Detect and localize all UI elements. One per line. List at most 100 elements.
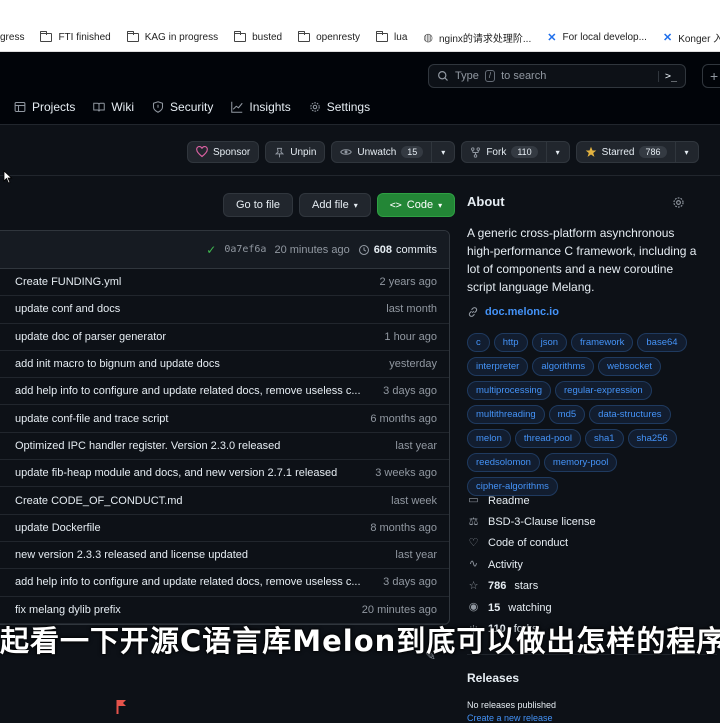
table-row[interactable]: Create FUNDING.yml 2 years ago xyxy=(0,269,449,297)
table-row[interactable]: update doc of parser generator 1 hour ago xyxy=(0,324,449,351)
eye-icon: ◉ xyxy=(468,601,479,614)
meta-label: Code of conduct xyxy=(488,537,569,550)
topic-tag[interactable]: memory-pool xyxy=(543,453,618,472)
command-palette-icon[interactable]: >_ xyxy=(657,70,677,82)
topic-tag[interactable]: melon xyxy=(467,429,511,448)
tab-wiki[interactable]: Wiki xyxy=(93,100,134,114)
topic-tag[interactable]: algorithms xyxy=(532,357,595,376)
commit-message[interactable]: add init macro to bignum and update docs xyxy=(15,358,389,370)
table-row[interactable]: add help info to configure and update re… xyxy=(0,378,449,406)
topic-tag[interactable]: websocket xyxy=(598,357,662,376)
table-row[interactable]: add init macro to bignum and update docs… xyxy=(0,351,449,379)
bookmark-item[interactable]: FTI finished xyxy=(32,31,118,43)
commit-time: last year xyxy=(395,549,437,562)
commit-time: 3 days ago xyxy=(383,385,437,398)
gear-icon[interactable] xyxy=(672,196,685,212)
file-toolbar: Go to file Add file ▾ <> Code ▾ xyxy=(223,193,456,217)
website-link[interactable]: doc.melonc.io xyxy=(467,306,559,318)
commit-message[interactable]: update conf and docs xyxy=(15,303,386,315)
topic-tag[interactable]: interpreter xyxy=(467,357,529,376)
commit-time: 20 minutes ago xyxy=(361,603,437,616)
table-row[interactable]: add help info to configure and update re… xyxy=(0,569,449,597)
star-dropdown-caret[interactable]: ▾ xyxy=(676,142,698,162)
topic-tag[interactable]: sha256 xyxy=(627,429,677,448)
meta-label: Activity xyxy=(488,558,523,571)
table-row[interactable]: Optimized IPC handler register. Version … xyxy=(0,433,449,461)
topic-tag[interactable]: c xyxy=(467,333,490,352)
commit-message[interactable]: new version 2.3.3 released and license u… xyxy=(15,549,395,561)
table-row[interactable]: new version 2.3.3 released and license u… xyxy=(0,542,449,570)
code-button[interactable]: <> Code ▾ xyxy=(376,193,456,217)
sponsor-button[interactable]: Sponsor xyxy=(187,141,260,163)
topic-tag[interactable]: regular-expression xyxy=(555,381,652,400)
sponsor-label: Sponsor xyxy=(213,146,251,158)
meta-item[interactable]: ⚖ BSD-3-Clause license xyxy=(467,511,717,532)
bookmark-item[interactable]: openresty xyxy=(290,31,368,43)
meta-item[interactable]: ∿ Activity xyxy=(467,554,717,575)
meta-item[interactable]: ◉ 15 watching xyxy=(467,597,717,618)
go-to-file-button[interactable]: Go to file xyxy=(223,193,294,217)
table-row[interactable]: update fib-heap module and docs, and new… xyxy=(0,460,449,488)
bookmark-item[interactable]: ✕ For local develop... xyxy=(539,31,655,44)
releases-title[interactable]: Releases xyxy=(467,671,519,685)
table-row[interactable]: update Dockerfile 8 months ago xyxy=(0,515,449,542)
tab-projects[interactable]: Projects xyxy=(14,100,75,114)
commit-message[interactable]: Create CODE_OF_CONDUCT.md xyxy=(15,495,391,507)
unwatch-button[interactable]: Unwatch 15 xyxy=(332,142,433,162)
topic-tag[interactable]: http xyxy=(493,333,528,352)
meta-label: watching xyxy=(508,601,552,614)
meta-item[interactable]: ♡ Code of conduct xyxy=(467,533,717,554)
commit-message[interactable]: update fib-heap module and docs, and new… xyxy=(15,467,375,479)
fork-button[interactable]: Fork 110 xyxy=(462,142,547,162)
commit-message[interactable]: update doc of parser generator xyxy=(15,331,384,343)
commit-count: 608 xyxy=(373,243,393,256)
topic-tag[interactable]: thread-pool xyxy=(514,429,581,448)
commit-message[interactable]: Create FUNDING.yml xyxy=(15,276,380,288)
topic-tag[interactable]: data-structures xyxy=(589,405,671,424)
book-icon: ▭ xyxy=(468,494,479,507)
topic-tag[interactable]: framework xyxy=(571,333,634,352)
topic-tags: c http json framework base64 interpreter algor… xyxy=(467,333,697,496)
watch-dropdown-caret[interactable]: ▾ xyxy=(432,142,454,162)
table-row[interactable]: Create CODE_OF_CONDUCT.md last week xyxy=(0,487,449,515)
tab-settings[interactable]: Settings xyxy=(309,100,370,114)
bookmark-item[interactable]: lua xyxy=(368,31,415,43)
table-row[interactable]: update conf and docs last month xyxy=(0,296,449,324)
table-row[interactable]: update conf-file and trace script 6 month… xyxy=(0,405,449,433)
commit-message[interactable]: Optimized IPC handler register. Version … xyxy=(15,440,395,452)
topic-tag[interactable]: json xyxy=(531,333,568,352)
meta-label: BSD-3-Clause license xyxy=(488,516,596,529)
bookmark-item[interactable]: gress xyxy=(0,32,32,43)
fork-dropdown-caret[interactable]: ▾ xyxy=(547,142,569,162)
commit-message[interactable]: add help info to configure and update re… xyxy=(15,576,383,588)
meta-item[interactable]: ▭ Readme xyxy=(467,490,717,511)
commit-message[interactable]: fix melang dylib prefix xyxy=(15,604,362,616)
bookmark-item[interactable]: ✕ Konger 入门指南 -... xyxy=(655,30,720,45)
commit-time: last year xyxy=(395,439,437,452)
bookmark-item[interactable]: KAG in progress xyxy=(119,31,226,43)
topic-tag[interactable]: multiprocessing xyxy=(467,381,551,400)
bookmark-item[interactable]: busted xyxy=(226,31,290,43)
starred-button[interactable]: Starred 786 xyxy=(577,142,676,162)
commit-hash[interactable]: 0a7ef6a xyxy=(224,244,266,255)
topic-tag[interactable]: sha1 xyxy=(584,429,624,448)
create-release-link[interactable]: Create a new release xyxy=(467,713,553,723)
topic-tag[interactable]: multithreading xyxy=(467,405,545,424)
add-file-button[interactable]: Add file ▾ xyxy=(299,193,371,217)
commit-message[interactable]: update conf-file and trace script xyxy=(15,413,370,425)
commits-link[interactable]: 608 commits xyxy=(358,244,437,256)
search-input[interactable]: Type / to search >_ xyxy=(428,64,686,88)
topic-tag[interactable]: base64 xyxy=(637,333,687,352)
tab-security[interactable]: Security xyxy=(152,100,213,114)
commit-message[interactable]: update Dockerfile xyxy=(15,522,370,534)
topic-tag[interactable]: reedsolomon xyxy=(467,453,540,472)
topic-tag[interactable]: md5 xyxy=(548,405,586,424)
fork-button-group: Fork 110 ▾ xyxy=(461,141,570,163)
folder-icon xyxy=(298,31,311,42)
tab-insights[interactable]: Insights xyxy=(231,100,291,114)
create-new-button[interactable]: + xyxy=(702,64,720,88)
bookmark-item[interactable]: ◍ nginx的请求处理阶... xyxy=(415,30,539,45)
commit-message[interactable]: add help info to configure and update re… xyxy=(15,385,383,397)
unpin-button[interactable]: Unpin xyxy=(265,141,326,163)
meta-item[interactable]: ☆ 786 stars xyxy=(467,576,717,597)
